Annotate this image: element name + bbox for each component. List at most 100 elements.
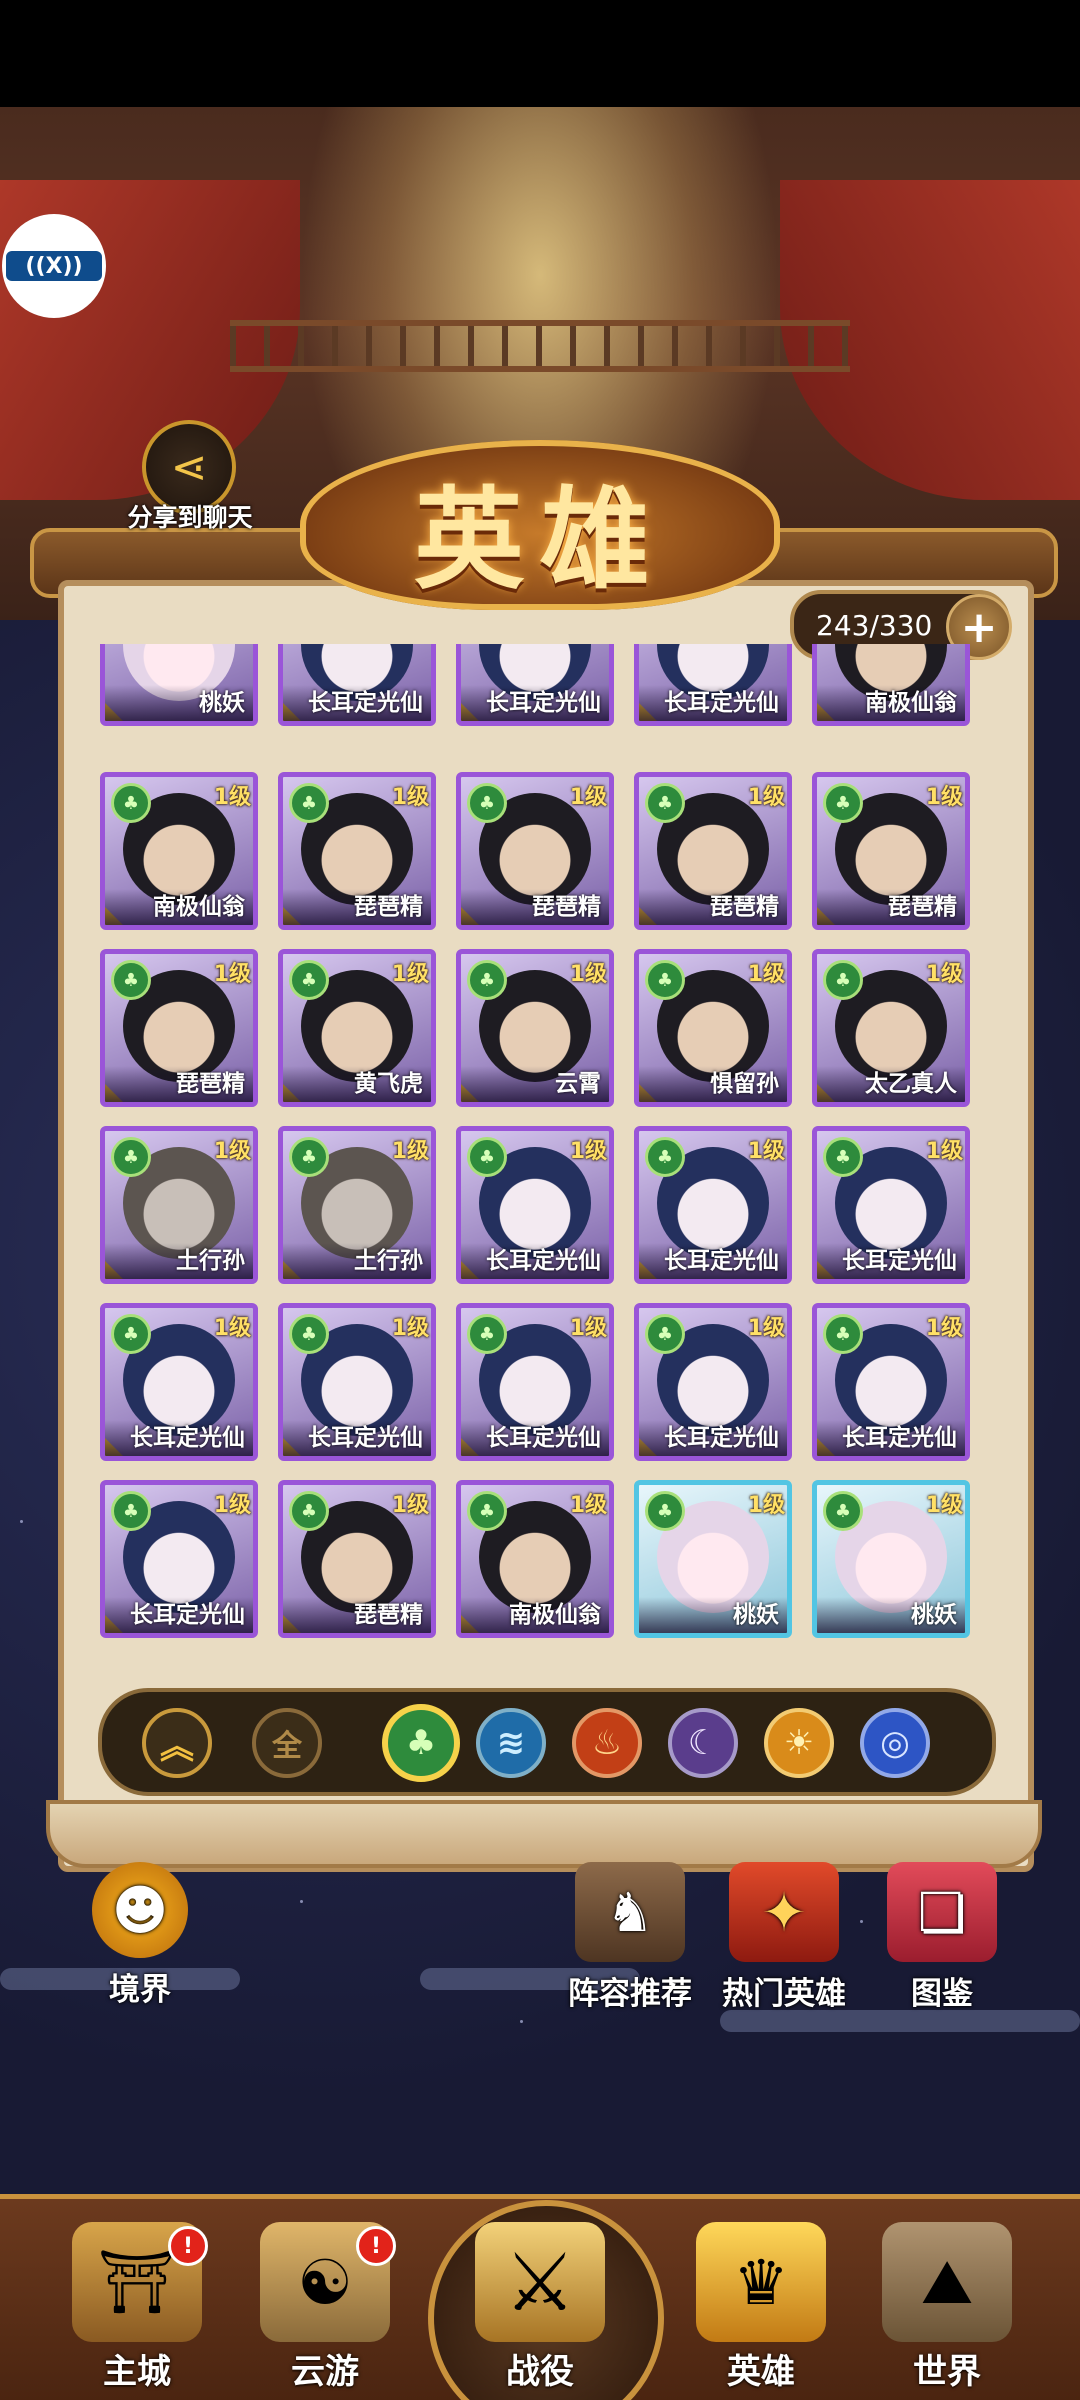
codex-button[interactable]: ❏ 图鉴 <box>872 1862 1012 2013</box>
share-label[interactable]: 分享到聊天 <box>110 498 270 534</box>
hero-name: 黄飞虎 <box>283 1066 431 1102</box>
hero-card[interactable]: ♣ 1级 琵琶精 <box>456 772 614 930</box>
hero-card[interactable]: ♣ 1级 长耳定光仙 <box>456 1126 614 1284</box>
wood-element-icon: ♣ <box>111 1491 151 1531</box>
share-icon: ⋖ <box>170 441 208 493</box>
wood-element-icon: ♣ <box>823 1137 863 1177</box>
hero-level: 1级 <box>925 1139 963 1164</box>
wood-element-icon: ♣ <box>467 1137 507 1177</box>
hero-card[interactable]: ♣ 1级 云霄 <box>456 949 614 1107</box>
hero-card[interactable]: 南极仙翁 <box>812 644 970 726</box>
hero-card[interactable]: ♣ 1级 土行孙 <box>278 1126 436 1284</box>
filter-wood-button[interactable]: ♣ <box>382 1704 460 1782</box>
hero-card[interactable]: ♣ 1级 长耳定光仙 <box>812 1126 970 1284</box>
wood-element-icon: ♣ <box>467 783 507 823</box>
hero-name: 长耳定光仙 <box>639 1243 787 1279</box>
hero-card[interactable]: ♣ 1级 长耳定光仙 <box>634 1126 792 1284</box>
hero-card[interactable]: ♣ 1级 南极仙翁 <box>456 1480 614 1638</box>
screen-record-button[interactable]: ((X)) <box>2 214 106 318</box>
wood-element-icon: ♣ <box>823 960 863 1000</box>
hero-card[interactable]: 桃妖 <box>100 644 258 726</box>
hero-card[interactable]: ♣ 1级 桃妖 <box>634 1480 792 1638</box>
filter-vortex-button[interactable]: ◎ <box>860 1708 930 1778</box>
hero-level: 1级 <box>213 1316 251 1341</box>
hero-card[interactable]: 长耳定光仙 <box>278 644 436 726</box>
realm-button[interactable]: ☻ 境界 <box>60 1862 220 2009</box>
filter-fire-button[interactable]: ♨ <box>572 1708 642 1778</box>
tab-travel-label: 云游 <box>291 2352 359 2392</box>
wood-element-icon: ♣ <box>289 1137 329 1177</box>
hero-card[interactable]: ♣ 1级 长耳定光仙 <box>634 1303 792 1461</box>
hero-card[interactable]: 长耳定光仙 <box>634 644 792 726</box>
hero-name: 云霄 <box>461 1066 609 1102</box>
water-icon: ≋ <box>496 1723 526 1763</box>
hero-name: 琵琶精 <box>283 1597 431 1633</box>
filter-all-label: 全 <box>272 1729 302 1764</box>
filter-all-button[interactable]: 全 <box>252 1708 322 1778</box>
hero-name: 长耳定光仙 <box>817 1420 965 1456</box>
hero-card[interactable]: ♣ 1级 长耳定光仙 <box>100 1480 258 1638</box>
hero-card[interactable]: ♣ 1级 土行孙 <box>100 1126 258 1284</box>
hero-card[interactable]: ♣ 1级 长耳定光仙 <box>812 1303 970 1461</box>
hero-level: 1级 <box>569 962 607 987</box>
hero-card[interactable]: ♣ 1级 黄飞虎 <box>278 949 436 1107</box>
tab-battle[interactable]: ⚔ 战役 <box>455 2212 625 2400</box>
hero-card[interactable]: ♣ 1级 琵琶精 <box>634 772 792 930</box>
filter-water-button[interactable]: ≋ <box>476 1708 546 1778</box>
screen-record-icon: ((X)) <box>6 251 102 281</box>
hero-level: 1级 <box>747 1493 785 1518</box>
hero-name: 长耳定光仙 <box>461 685 609 721</box>
moon-icon: ☾ <box>687 1723 719 1763</box>
hero-level: 1级 <box>747 962 785 987</box>
hero-name: 琵琶精 <box>461 889 609 925</box>
hero-name: 长耳定光仙 <box>639 685 787 721</box>
hero-level: 1级 <box>213 785 251 810</box>
wood-element-icon: ♣ <box>645 1491 685 1531</box>
hero-name: 南极仙翁 <box>461 1597 609 1633</box>
codex-label: 图鉴 <box>911 1976 973 2012</box>
wood-element-icon: ♣ <box>111 1314 151 1354</box>
tab-heroes[interactable]: ♛ 英雄 <box>676 2212 846 2400</box>
filter-moon-button[interactable]: ☾ <box>668 1708 738 1778</box>
hero-card[interactable]: ♣ 1级琵琶精 <box>278 1480 436 1638</box>
hero-name: 长耳定光仙 <box>105 1597 253 1633</box>
sort-button[interactable]: ︽ <box>142 1708 212 1778</box>
popular-heroes-button[interactable]: ✦ 热门英雄 <box>714 1862 854 2013</box>
hero-card[interactable]: ♣ 1级 桃妖 <box>812 1480 970 1638</box>
hero-name: 琵琶精 <box>817 889 965 925</box>
hero-name: 长耳定光仙 <box>461 1420 609 1456</box>
hero-card[interactable]: ♣ 1级 琵琶精 <box>812 772 970 930</box>
hero-card[interactable]: ♣ 1级 长耳定光仙 <box>100 1303 258 1461</box>
hero-card[interactable]: ♣ 1级 琵琶精 <box>100 949 258 1107</box>
hero-level: 1级 <box>925 1493 963 1518</box>
hero-name: 琵琶精 <box>283 889 431 925</box>
wood-element-icon: ♣ <box>111 783 151 823</box>
wood-element-icon: ♣ <box>823 783 863 823</box>
tab-main-city[interactable]: ⛩ 主城 ! <box>52 2212 222 2400</box>
hero-card[interactable]: ♣ 1级 长耳定光仙 <box>278 1303 436 1461</box>
hero-card[interactable]: ♣ 1级 长耳定光仙 <box>456 1303 614 1461</box>
wood-element-icon: ♣ <box>289 1491 329 1531</box>
codex-book-icon: ❏ <box>887 1862 997 1962</box>
tab-travel[interactable]: ☯ 云游 ! <box>240 2212 410 2400</box>
hero-card[interactable]: ♣ 1级 琵琶精 <box>278 772 436 930</box>
hero-card[interactable]: ♣ 1级 南极仙翁 <box>100 772 258 930</box>
fire-icon: ♨ <box>591 1723 623 1763</box>
hero-card[interactable]: 长耳定光仙 <box>456 644 614 726</box>
wood-element-icon: ♣ <box>645 1137 685 1177</box>
popular-label: 热门英雄 <box>722 1976 846 2012</box>
hero-level: 1级 <box>391 1493 429 1518</box>
hero-name: 长耳定光仙 <box>283 1420 431 1456</box>
hero-level: 1级 <box>925 962 963 987</box>
filter-sun-button[interactable]: ☀ <box>764 1708 834 1778</box>
tab-world[interactable]: ⛰ 世界 <box>862 2212 1032 2400</box>
hero-grid[interactable]: 桃妖 长耳定光仙 长耳定光仙 长耳定光仙 南极仙翁 ♣ 1级 南极仙翁 ♣ 1级 琵琶精 ♣ 1级 琵琶精… <box>100 644 990 1644</box>
tab-main-city-label: 主城 <box>103 2352 171 2392</box>
hero-card[interactable]: ♣ 1级 惧留孙 <box>634 949 792 1107</box>
helmet-icon: ♛ <box>696 2222 826 2342</box>
vortex-icon: ◎ <box>880 1723 910 1763</box>
lineup-recommend-button[interactable]: ♞ 阵容推荐 <box>560 1862 700 2013</box>
hero-name: 桃妖 <box>105 685 253 721</box>
hero-card[interactable]: ♣ 1级 太乙真人 <box>812 949 970 1107</box>
hero-name: 长耳定光仙 <box>461 1243 609 1279</box>
